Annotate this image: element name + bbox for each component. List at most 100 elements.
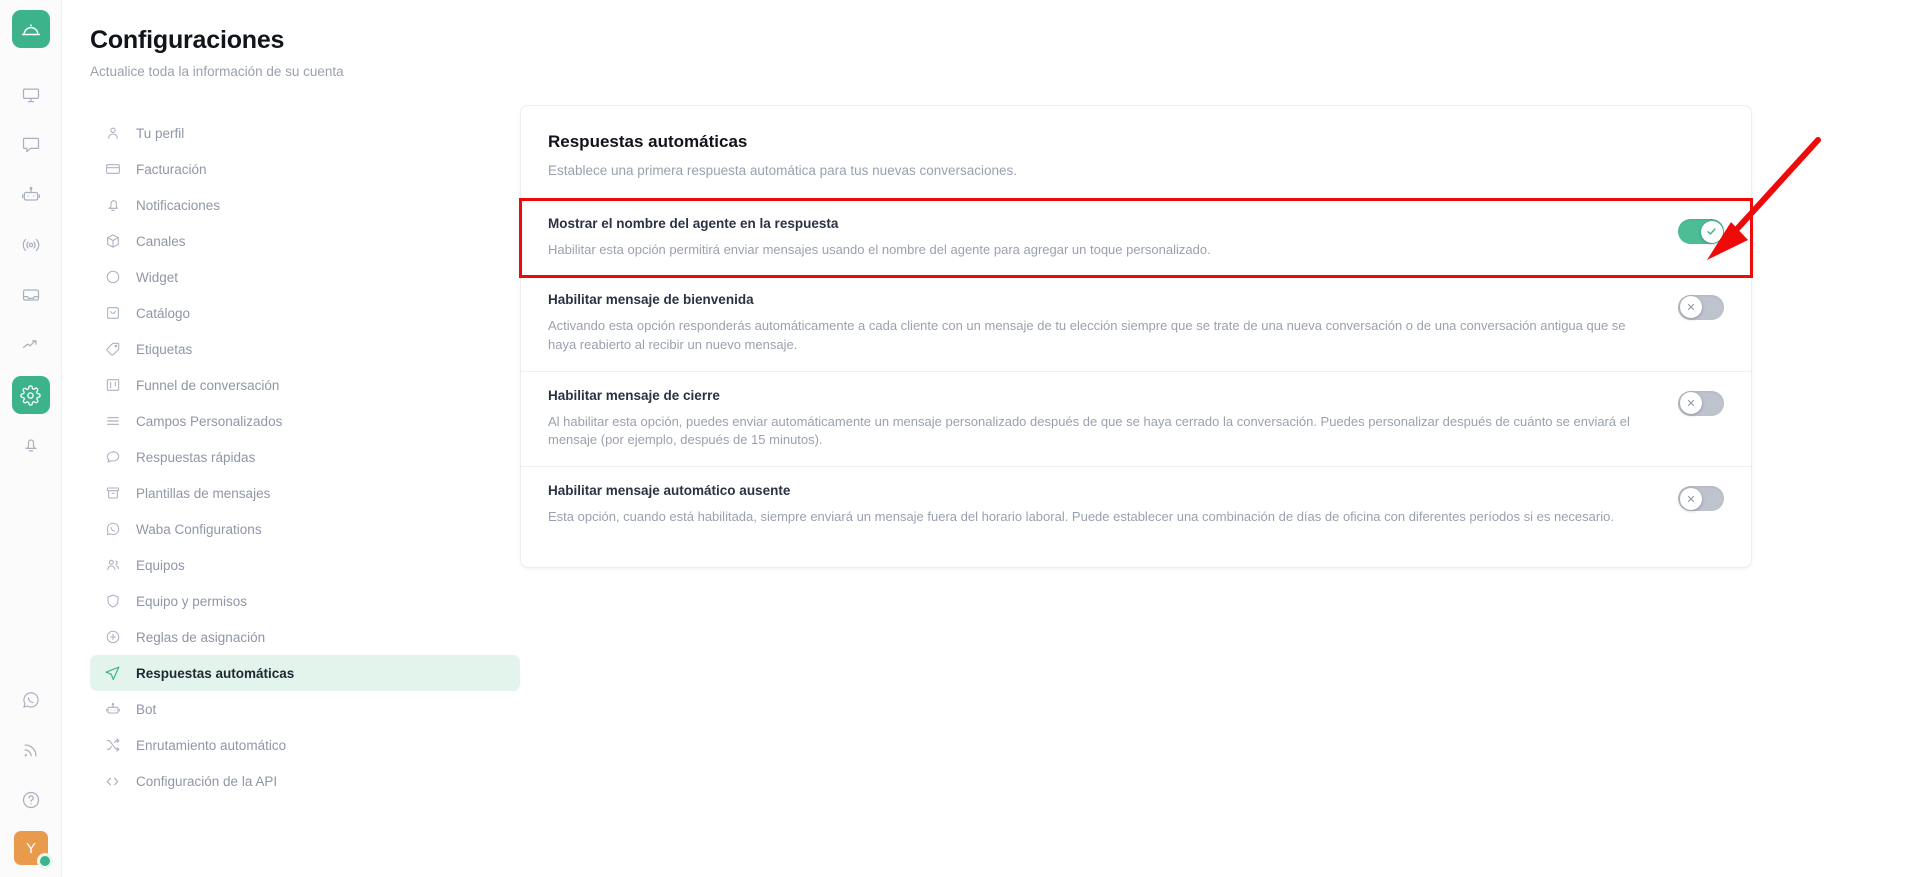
- sidebar-item-respuestas-rapidas[interactable]: Respuestas rápidas: [90, 439, 520, 475]
- code-icon: [104, 773, 121, 790]
- sidebar-item-label: Canales: [136, 233, 186, 249]
- sidebar-item-configuracion-de-la-api[interactable]: Configuración de la API: [90, 763, 520, 799]
- inbox-icon: [22, 289, 39, 301]
- sidebar-item-facturacion[interactable]: Facturación: [90, 151, 520, 187]
- broadcast-icon: [22, 238, 39, 252]
- option-text: Habilitar mensaje de bienvenida Activand…: [548, 292, 1678, 355]
- page-header: Configuraciones Actualice toda la inform…: [62, 26, 1920, 79]
- check-icon: [1707, 228, 1716, 235]
- option-row-away-message: Habilitar mensaje automático ausente Est…: [521, 466, 1751, 543]
- app-logo[interactable]: [11, 10, 50, 48]
- sidebar-item-label: Widget: [136, 269, 179, 285]
- sidebar-item-label: Equipo y permisos: [136, 593, 248, 609]
- rail-item-feed[interactable]: [12, 731, 50, 769]
- settings-nav: Tu perfil Facturación Notificaciones Can…: [62, 105, 520, 799]
- sidebar-item-label: Plantillas de mensajes: [136, 485, 271, 501]
- card-header: Respuestas automáticas Establece una pri…: [521, 106, 1751, 178]
- list-icon: [104, 413, 121, 430]
- option-title: Habilitar mensaje de cierre: [548, 387, 720, 403]
- sidebar-item-canales[interactable]: Canales: [90, 223, 520, 259]
- close-icon: [1687, 495, 1694, 502]
- option-text: Habilitar mensaje de cierre Al habilitar…: [548, 388, 1678, 451]
- rail-item-chats[interactable]: [12, 126, 50, 164]
- rail-item-notifications[interactable]: [12, 426, 50, 464]
- sidebar-item-enrutamiento-automatico[interactable]: Enrutamiento automático: [90, 727, 520, 763]
- toggle-closing-message[interactable]: [1678, 390, 1724, 416]
- page-title: Configuraciones: [90, 26, 285, 54]
- trending-up-icon: [22, 340, 37, 349]
- robot-icon: [21, 186, 40, 201]
- body-row: Tu perfil Facturación Notificaciones Can…: [62, 105, 1920, 799]
- sidebar-item-label: Catálogo: [136, 305, 191, 321]
- toggle-away-message[interactable]: [1678, 486, 1724, 512]
- rail-bottom-group: Y: [0, 681, 62, 869]
- option-row-agent-name: Mostrar el nombre del agente en la respu…: [519, 198, 1753, 278]
- sidebar-item-label: Enrutamiento automático: [136, 737, 287, 753]
- auto-replies-card: Respuestas automáticas Establece una pri…: [519, 105, 1753, 569]
- card-subtitle: Establece una primera respuesta automáti…: [548, 163, 1018, 178]
- rail-item-help[interactable]: [12, 781, 50, 819]
- sidebar-item-label: Facturación: [136, 161, 207, 177]
- main-content: Configuraciones Actualice toda la inform…: [62, 0, 1920, 877]
- sidebar-item-tu-perfil[interactable]: Tu perfil: [90, 115, 520, 151]
- sidebar-item-funnel[interactable]: Funnel de conversación: [90, 367, 520, 403]
- rail-item-settings[interactable]: [11, 376, 50, 414]
- avatar-initial: Y: [25, 839, 36, 857]
- sidebar-item-widget[interactable]: Widget: [90, 259, 520, 295]
- toggle-knob: [1679, 296, 1702, 319]
- toggle-welcome-message[interactable]: [1678, 294, 1724, 320]
- close-icon: [1687, 399, 1694, 407]
- card-wrap: Respuestas automáticas Establece una pri…: [519, 105, 1920, 799]
- sidebar-item-campos-personalizados[interactable]: Campos Personalizados: [90, 403, 520, 439]
- rss-icon: [24, 744, 37, 757]
- toggle-agent-name[interactable]: [1678, 219, 1724, 244]
- sidebar-item-catalogo[interactable]: Catálogo: [90, 295, 520, 331]
- sidebar-item-equipos[interactable]: Equipos: [90, 547, 520, 583]
- whatsapp-icon: [104, 521, 121, 538]
- monitor-icon: [22, 88, 39, 103]
- rail-item-broadcast[interactable]: [12, 226, 50, 264]
- sidebar-item-label: Reglas de asignación: [136, 629, 266, 645]
- sidebar-item-bot[interactable]: Bot: [90, 691, 520, 727]
- option-description: Activando esta opción responderás automá…: [548, 317, 1626, 352]
- sidebar-item-notificaciones[interactable]: Notificaciones: [90, 187, 520, 223]
- sidebar-item-label: Respuestas rápidas: [136, 449, 256, 465]
- app-root: Y Configuraciones Actualice toda la info…: [0, 0, 1920, 877]
- rail-item-inbox[interactable]: [12, 276, 50, 314]
- gear-icon: [20, 384, 41, 406]
- avatar-status-dot: [37, 853, 53, 869]
- sidebar-item-label: Etiquetas: [136, 341, 193, 357]
- toggle-knob: [1679, 392, 1702, 415]
- toggle-knob: [1679, 487, 1702, 510]
- option-text: Mostrar el nombre del agente en la respu…: [548, 216, 1678, 260]
- robot-icon: [104, 701, 121, 718]
- sidebar-item-label: Bot: [136, 701, 157, 717]
- option-title: Habilitar mensaje de bienvenida: [548, 291, 754, 307]
- message-icon: [104, 449, 121, 466]
- primary-icon-rail: Y: [0, 0, 62, 877]
- rail-item-monitor[interactable]: [12, 76, 50, 114]
- sidebar-item-reglas-de-asignacion[interactable]: Reglas de asignación: [90, 619, 520, 655]
- option-row-welcome-message: Habilitar mensaje de bienvenida Activand…: [521, 276, 1751, 371]
- page-subtitle: Actualice toda la información de su cuen…: [90, 64, 344, 79]
- rail-item-reports[interactable]: [12, 326, 50, 364]
- sidebar-item-waba-configurations[interactable]: Waba Configurations: [90, 511, 520, 547]
- sidebar-item-equipo-y-permisos[interactable]: Equipo y permisos: [90, 583, 520, 619]
- rail-icon-list: [11, 76, 50, 476]
- rail-item-bot[interactable]: [12, 176, 50, 214]
- option-title: Mostrar el nombre del agente en la respu…: [548, 216, 839, 231]
- service-bell-icon: [21, 24, 40, 36]
- rail-item-whatsapp[interactable]: [12, 681, 50, 719]
- sidebar-item-plantillas-de-mensajes[interactable]: Plantillas de mensajes: [90, 475, 520, 511]
- sidebar-item-etiquetas[interactable]: Etiquetas: [90, 331, 520, 367]
- kanban-icon: [104, 377, 121, 394]
- sidebar-item-respuestas-automaticas[interactable]: Respuestas automáticas: [90, 655, 520, 691]
- sidebar-item-label: Tu perfil: [136, 125, 185, 141]
- shuffle-icon: [104, 737, 121, 754]
- option-description: Habilitar esta opción permitirá enviar m…: [548, 242, 1211, 257]
- sidebar-item-label: Configuración de la API: [136, 773, 278, 789]
- sidebar-item-label: Equipos: [136, 557, 185, 573]
- sidebar-item-label: Waba Configurations: [136, 521, 262, 537]
- user-avatar[interactable]: Y: [14, 831, 53, 869]
- archive-icon: [104, 485, 121, 502]
